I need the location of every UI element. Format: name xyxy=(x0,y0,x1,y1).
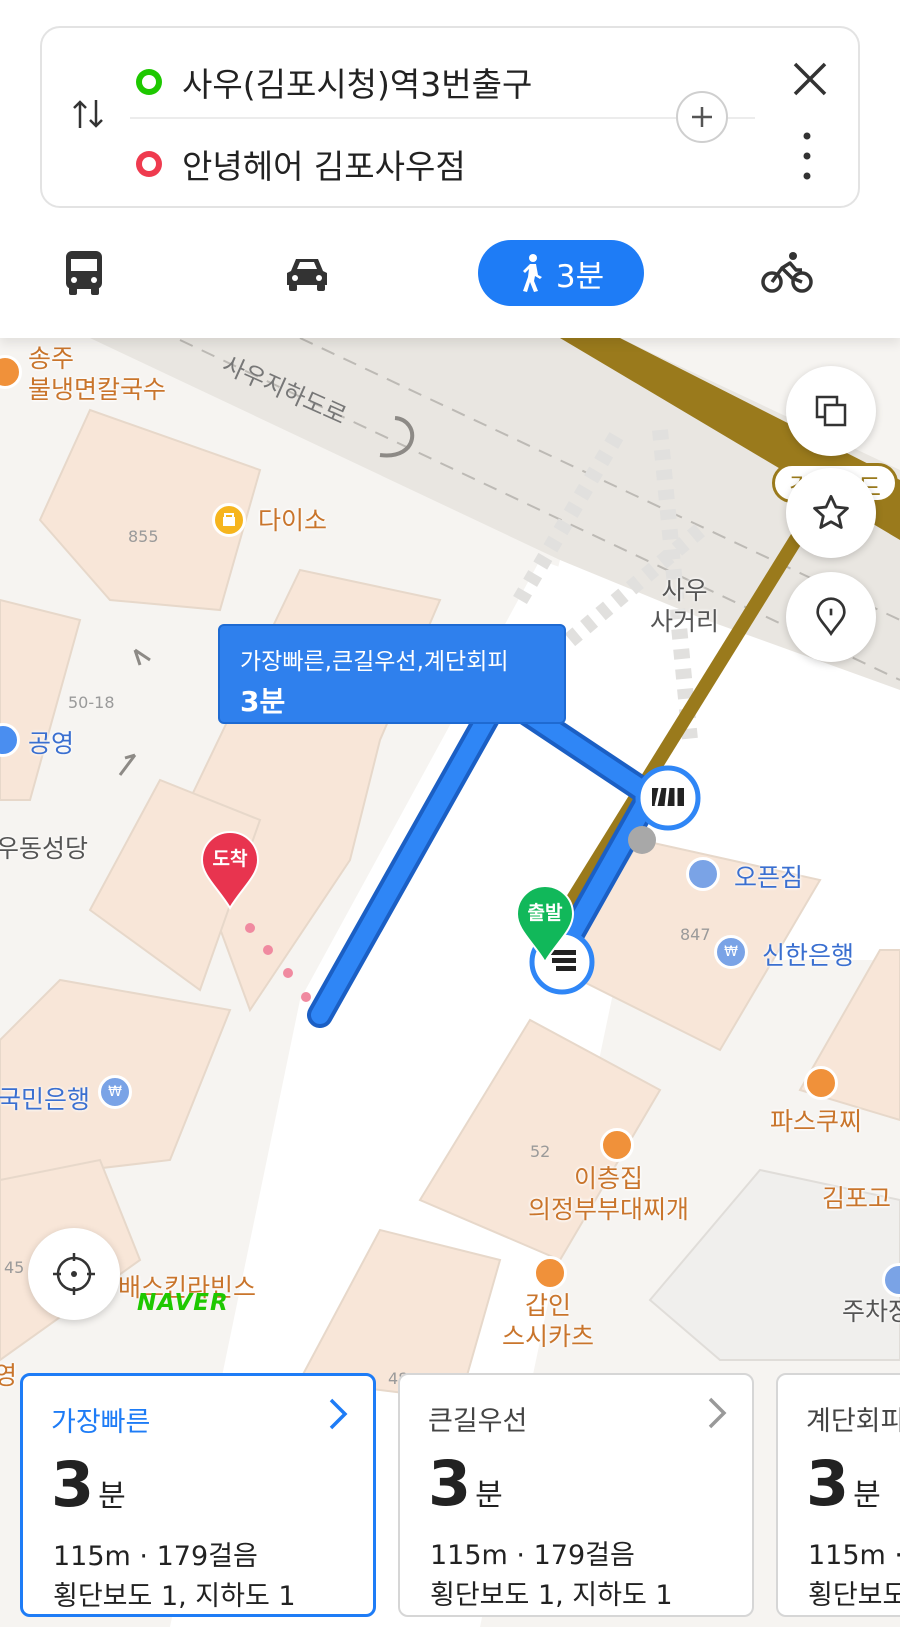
route-option-distance: 115m · 179걸음 xyxy=(808,1540,900,1571)
duration-unit: 분 xyxy=(98,1479,126,1514)
swap-icon[interactable] xyxy=(68,94,108,134)
tab-car[interactable] xyxy=(282,240,332,306)
transport-mode-tabs: 3분 xyxy=(0,228,900,318)
route-option-time: 3 분 xyxy=(428,1447,503,1520)
poi-daiso[interactable]: 다이소 xyxy=(258,505,327,536)
duration-unit: 분 xyxy=(853,1478,881,1513)
poi-ichungjib[interactable]: 이층집 의정부부대찌개 xyxy=(528,1163,689,1226)
poi-label: 사거리 xyxy=(650,607,720,637)
route-option-card[interactable]: 큰길우선 3 분 115m · 179걸음 횡단보도 1, 지하도 1 xyxy=(398,1373,754,1617)
route-option-time: 3 분 xyxy=(806,1447,881,1520)
poi-label: 송주 xyxy=(28,344,75,373)
duration-unit: 분 xyxy=(475,1478,503,1513)
bank-icon: ₩ xyxy=(98,1075,132,1109)
poi-kookmin[interactable]: 국민은행 xyxy=(0,1080,90,1116)
route-option-details: 횡단보도 1, 지하도 1 xyxy=(808,1580,900,1611)
duration-number: 3 xyxy=(806,1447,850,1520)
walk-icon xyxy=(522,254,542,292)
poi-gongyeong[interactable]: 공영 xyxy=(28,724,74,760)
bubble-title: 가장빠른,큰길우선,계단회피 xyxy=(240,649,509,675)
origin-field[interactable]: 사우(김포시청)역3번출구 xyxy=(136,58,532,106)
route-input-box: 사우(김포시청)역3번출구 안녕헤어 김포사우점 xyxy=(40,26,860,208)
tab-bus[interactable] xyxy=(60,240,108,306)
add-waypoint-button[interactable] xyxy=(676,91,728,143)
poi-sawoo-intersection[interactable]: 사우 사거리 xyxy=(650,575,719,638)
arrival-marker[interactable]: 도착 xyxy=(200,830,260,910)
plus-icon xyxy=(692,107,712,127)
poi-shinhan[interactable]: 신한은행 xyxy=(762,936,854,972)
star-icon xyxy=(813,494,849,529)
bank-icon: ₩ xyxy=(714,935,748,969)
origin-text: 사우(김포시청)역3번출구 xyxy=(182,65,533,104)
crosshair-icon xyxy=(53,1253,95,1295)
departure-label: 출발 xyxy=(527,902,563,924)
poi-edge: 영 xyxy=(0,1361,18,1390)
poi-label: 사우 xyxy=(661,576,708,605)
shop-icon xyxy=(212,503,246,537)
poi-label: 불냉면칼국수 xyxy=(28,375,167,405)
more-options-icon[interactable] xyxy=(792,126,822,186)
car-icon xyxy=(287,259,327,291)
poi-label: 의정부부대찌개 xyxy=(528,1195,690,1225)
building-number: 45 xyxy=(4,1258,25,1277)
poi-sushi[interactable]: 갑인 스시카츠 xyxy=(502,1290,594,1353)
arrival-label: 도착 xyxy=(212,848,248,870)
location-pin-icon xyxy=(816,597,846,637)
building-number: 847 xyxy=(680,925,711,944)
chevron-right-icon xyxy=(329,1398,348,1430)
bubble-time: 3분 xyxy=(240,685,286,718)
route-option-distance: 115m · 179걸음 xyxy=(430,1540,635,1571)
departure-marker[interactable]: 출발 xyxy=(515,884,575,964)
building-number: 50-18 xyxy=(68,693,115,712)
route-option-time: 3 분 xyxy=(51,1448,126,1521)
app-root: 사우지하도로 855 50-18 851 847 52 45 48 송주 불냉면… xyxy=(0,0,900,1627)
building-number: 52 xyxy=(530,1142,551,1161)
tab-walk[interactable]: 3분 xyxy=(478,240,644,306)
pin-button[interactable] xyxy=(786,572,876,662)
route-divider xyxy=(130,117,755,119)
route-option-title: 가장빠른 xyxy=(51,1407,151,1438)
favorite-button[interactable] xyxy=(786,468,876,558)
poi-gimpogo[interactable]: 김포고 xyxy=(822,1183,891,1214)
duration-number: 3 xyxy=(51,1448,95,1521)
restaurant-icon xyxy=(600,1128,634,1162)
duration-number: 3 xyxy=(428,1447,472,1520)
destination-dot-icon xyxy=(136,151,162,177)
poi-openjim[interactable]: 오픈짐 xyxy=(734,858,803,894)
destination-field[interactable]: 안녕헤어 김포사우점 xyxy=(136,140,466,188)
poi-label: 이층집 xyxy=(574,1164,644,1193)
route-option-details: 횡단보도 1, 지하도 1 xyxy=(53,1581,296,1612)
route-option-card[interactable]: 가장빠른 3 분 115m · 179걸음 횡단보도 1, 지하도 1 xyxy=(20,1373,376,1617)
layers-button[interactable] xyxy=(786,366,876,456)
destination-text: 안녕헤어 김포사우점 xyxy=(182,147,466,186)
poi-parking[interactable]: 주차장 xyxy=(842,1296,900,1327)
route-option-title: 큰길우선 xyxy=(428,1406,528,1437)
origin-dot-icon xyxy=(136,69,162,95)
naver-logo: NAVER xyxy=(137,1290,229,1316)
route-option-distance: 115m · 179걸음 xyxy=(53,1541,258,1572)
route-option-card[interactable]: 계단회피 3 분 115m · 179걸음 횡단보도 1, 지하도 1 xyxy=(776,1373,900,1617)
poi-pascucci[interactable]: 파스쿠찌 xyxy=(770,1106,862,1137)
gym-icon xyxy=(686,857,720,891)
bus-icon xyxy=(66,251,102,295)
poi-label: 갑인 xyxy=(525,1291,572,1320)
poi-songju[interactable]: 송주 불냉면칼국수 xyxy=(28,343,166,406)
route-option-details: 횡단보도 1, 지하도 1 xyxy=(430,1580,673,1611)
building-number: 855 xyxy=(128,527,159,546)
route-header: 사우(김포시청)역3번출구 안녕헤어 김포사우점 3분 xyxy=(0,0,900,338)
bike-icon xyxy=(761,252,813,293)
route-summary-bubble[interactable]: 가장빠른,큰길우선,계단회피 3분 xyxy=(218,624,566,724)
walk-time: 3분 xyxy=(555,258,605,295)
cafe-icon xyxy=(804,1066,838,1100)
poi-cathedral[interactable]: 우동성당 xyxy=(0,833,88,864)
chevron-right-icon xyxy=(708,1397,727,1429)
close-icon[interactable] xyxy=(787,56,833,102)
tab-bike[interactable] xyxy=(760,240,814,306)
restaurant-icon xyxy=(533,1256,567,1290)
route-option-title: 계단회피 xyxy=(806,1406,900,1437)
layers-icon xyxy=(815,395,847,427)
current-location-button[interactable] xyxy=(28,1228,120,1320)
poi-label: 스시카츠 xyxy=(502,1322,595,1352)
